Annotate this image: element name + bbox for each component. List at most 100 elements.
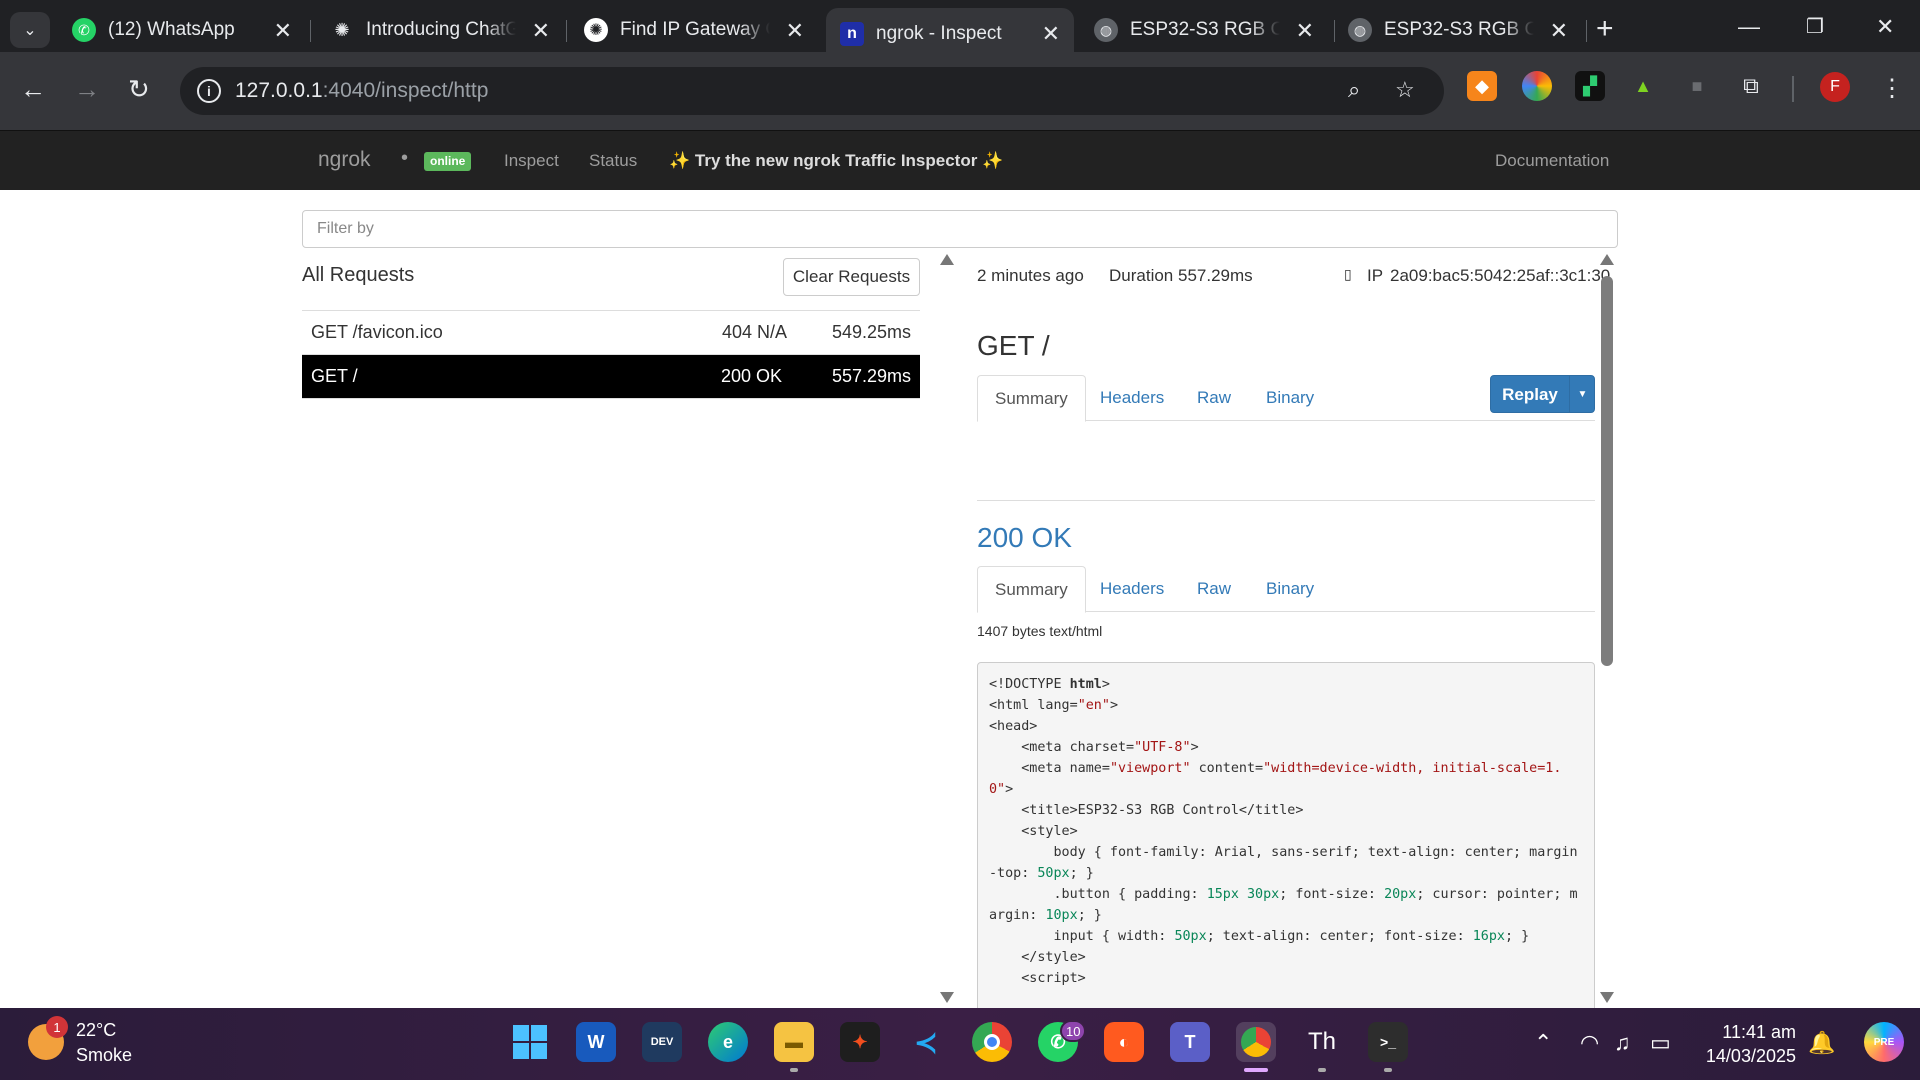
request-title: GET / (977, 330, 1050, 361)
site-info-icon[interactable]: i (197, 79, 221, 103)
minimize-button[interactable]: — (1738, 14, 1760, 40)
scrollbar-thumb[interactable] (1601, 276, 1613, 666)
typora-icon[interactable]: Th (1302, 1022, 1342, 1062)
brand-logo[interactable]: ngrok (318, 148, 371, 172)
close-icon[interactable]: ✕ (1042, 21, 1060, 47)
terminal-icon[interactable]: >_ (1368, 1022, 1408, 1062)
nav-traffic-inspector[interactable]: ✨ Try the new ngrok Traffic Inspector ✨ (669, 151, 1003, 171)
extensions-puzzle-icon[interactable]: ⧉ (1736, 71, 1766, 101)
bookmark-star-icon[interactable]: ☆ (1395, 77, 1415, 103)
tab-title: ngrok - Inspect (876, 23, 1002, 44)
back-icon[interactable]: ← (20, 74, 46, 104)
request-path: GET / (311, 366, 358, 386)
profile-avatar[interactable]: F (1820, 72, 1850, 102)
tab-request-raw[interactable]: Raw (1180, 375, 1248, 421)
chrome-active-icon[interactable] (1236, 1022, 1276, 1062)
menu-kebab-icon[interactable]: ⋮ (1880, 74, 1904, 104)
extension-icon[interactable]: ▞ (1575, 71, 1605, 101)
request-time-ago: 2 minutes ago (977, 266, 1084, 285)
tab-esp32-1[interactable]: ◍ ESP32-S3 RGB Control ✕ (1080, 8, 1328, 52)
color-extension-icon[interactable] (1522, 71, 1552, 101)
file-explorer-icon[interactable]: ▬ (774, 1022, 814, 1062)
request-status: 404 N/A (722, 322, 788, 342)
tab-response-binary[interactable]: Binary (1249, 566, 1331, 612)
scroll-up-arrow[interactable] (1600, 254, 1614, 265)
globe-icon: ◍ (1348, 18, 1372, 42)
forward-icon[interactable]: → (74, 74, 100, 104)
nav-inspect[interactable]: Inspect (504, 151, 559, 171)
scroll-up-arrow[interactable] (940, 254, 954, 265)
left-scrollbar[interactable] (940, 254, 954, 1004)
new-tab-button[interactable]: + (1596, 14, 1614, 44)
table-row-selected[interactable]: GET / 200 OK 557.29ms (302, 355, 920, 399)
crunchyroll-icon[interactable]: ◐ (1104, 1022, 1144, 1062)
window-close-button[interactable]: ✕ (1876, 14, 1894, 40)
system-clock[interactable]: 11:41 am 14/03/2025 (1700, 1020, 1796, 1068)
robot-extension-icon[interactable]: ■ (1682, 71, 1712, 101)
chart-extension-icon[interactable]: ▲ (1628, 71, 1658, 101)
temperature-text[interactable]: 22°C (76, 1020, 116, 1041)
close-icon[interactable]: ✕ (1296, 18, 1314, 44)
tab-request-summary[interactable]: Summary (977, 375, 1086, 422)
duration-value: 557.29ms (1178, 266, 1253, 285)
nav-status[interactable]: Status (589, 151, 637, 171)
chrome-icon[interactable] (972, 1022, 1012, 1062)
request-duration: 549.25ms (831, 322, 911, 342)
address-bar[interactable]: i 127.0.0.1:4040/inspect/http ⌕ ☆ (180, 67, 1444, 115)
tab-response-summary[interactable]: Summary (977, 566, 1086, 613)
divider (977, 500, 1595, 501)
tab-chatgpt[interactable]: ✺ Introducing ChatGPT ✕ (316, 8, 564, 52)
vscode-icon[interactable]: ≺ (906, 1022, 946, 1062)
weather-condition-text[interactable]: Smoke (76, 1045, 132, 1066)
tab-title: Introducing ChatGPT (366, 19, 516, 40)
ngrok-icon: n (840, 22, 864, 46)
replay-dropdown-caret-icon[interactable]: ▼ (1569, 376, 1595, 412)
devhome-icon[interactable]: DEV (642, 1022, 682, 1062)
volume-icon[interactable]: ♫ (1614, 1030, 1631, 1056)
metamask-extension-icon[interactable]: ◆ (1467, 71, 1497, 101)
notification-bell-icon[interactable]: 🔔 (1808, 1030, 1835, 1056)
close-icon[interactable]: ✕ (786, 18, 804, 44)
tab-whatsapp[interactable]: ✆ (12) WhatsApp ✕ (58, 8, 306, 52)
tab-request-binary[interactable]: Binary (1249, 375, 1331, 421)
tab-response-headers[interactable]: Headers (1083, 566, 1181, 612)
right-scrollbar[interactable] (1600, 254, 1614, 1004)
close-icon[interactable]: ✕ (274, 18, 292, 44)
tab-find-ip[interactable]: ✺ Find IP Gateway Client ✕ (570, 8, 818, 52)
clear-requests-button[interactable]: Clear Requests (783, 258, 920, 296)
nav-documentation[interactable]: Documentation (1495, 151, 1609, 171)
url-text[interactable]: 127.0.0.1:4040/inspect/http (235, 79, 488, 103)
ip-value: 2a09:bac5:5042:25af::3c1:30 (1390, 266, 1611, 285)
edge-icon[interactable]: e (708, 1022, 748, 1062)
figma-icon[interactable]: ✦ (840, 1022, 880, 1062)
whatsapp-badge: 10 (1060, 1020, 1087, 1042)
teams-icon[interactable]: T (1170, 1022, 1210, 1062)
battery-icon[interactable]: ▭ (1650, 1030, 1671, 1056)
request-path: GET /favicon.ico (311, 322, 443, 342)
close-icon[interactable]: ✕ (532, 18, 550, 44)
replay-button[interactable]: Replay ▼ (1490, 375, 1595, 413)
windows-taskbar: 1 22°C Smoke W DEV e ▬ ✦ ≺ ✆ 10 ◐ T Th >… (0, 1008, 1920, 1080)
tab-esp32-2[interactable]: ◍ ESP32-S3 RGB Control ✕ (1334, 8, 1582, 52)
reload-icon[interactable]: ↻ (128, 74, 150, 104)
ngrok-navbar: ngrok • online Inspect Status ✨ Try the … (0, 130, 1920, 190)
clipboard-icon[interactable]: ▯ (1344, 266, 1352, 283)
show-hidden-icons-chevron-icon[interactable]: ⌃ (1534, 1030, 1552, 1056)
filter-input[interactable] (302, 210, 1618, 248)
tab-request-headers[interactable]: Headers (1083, 375, 1181, 421)
copilot-icon[interactable]: PRE (1864, 1022, 1904, 1062)
word-icon[interactable]: W (576, 1022, 616, 1062)
table-row[interactable]: GET /favicon.ico 404 N/A 549.25ms (302, 311, 920, 355)
tab-search-button[interactable]: ⌄ (10, 12, 50, 48)
scroll-down-arrow[interactable] (940, 992, 954, 1003)
ip-label: IP (1367, 266, 1384, 285)
scroll-down-arrow[interactable] (1600, 992, 1614, 1003)
request-status: 200 OK (721, 366, 783, 386)
wifi-icon[interactable]: ◠ (1580, 1030, 1599, 1056)
start-windows-icon[interactable] (510, 1022, 550, 1062)
close-icon[interactable]: ✕ (1550, 18, 1568, 44)
restore-button[interactable]: ❐ (1806, 14, 1824, 39)
clock-date: 14/03/2025 (1705, 1046, 1796, 1066)
zoom-icon[interactable]: ⌕ (1348, 77, 1360, 103)
tab-response-raw[interactable]: Raw (1180, 566, 1248, 612)
